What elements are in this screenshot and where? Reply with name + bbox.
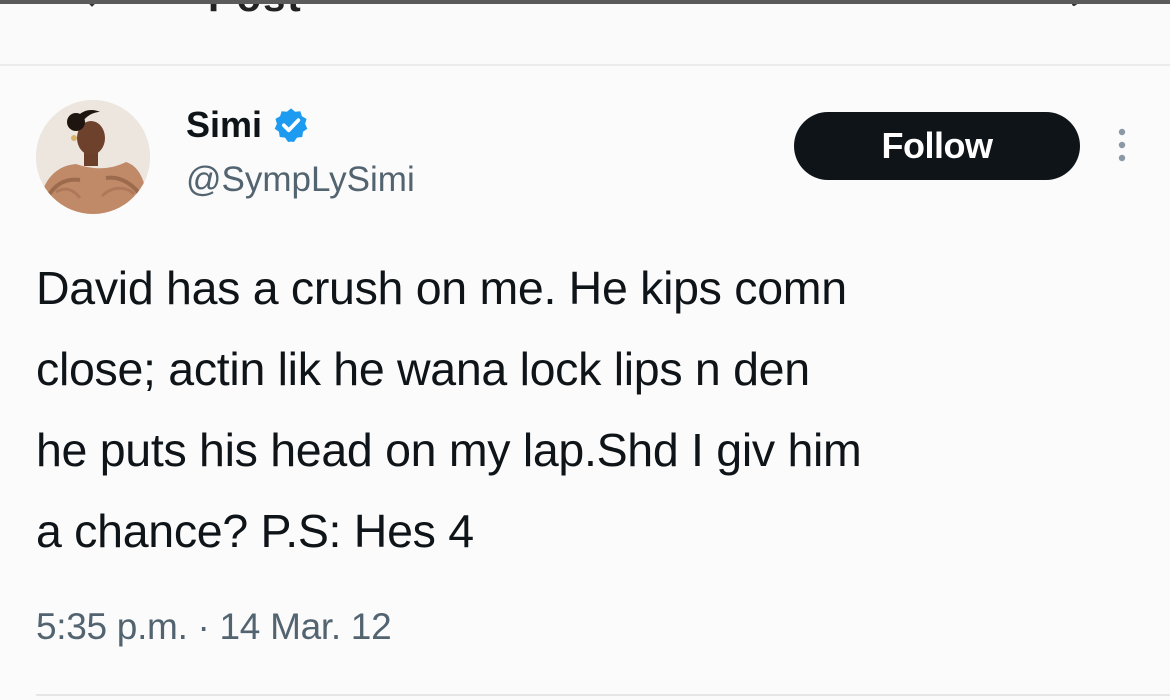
tweet-text-line: David has a crush on me. He kips comn bbox=[36, 262, 847, 314]
follow-button[interactable]: Follow bbox=[794, 112, 1080, 180]
author-name-row: Simi bbox=[186, 100, 310, 150]
header-divider bbox=[0, 64, 1170, 66]
tweet-text-line: close; actin lik he wana lock lips n den bbox=[36, 343, 810, 395]
more-options-icon[interactable] bbox=[1108, 124, 1136, 168]
back-arrow-icon[interactable] bbox=[80, 4, 110, 24]
tweet-text-line: a chance? P.S: Hes 4 bbox=[36, 505, 474, 557]
footer-divider bbox=[36, 694, 1170, 696]
tweet-text: David has a crush on me. He kips comn cl… bbox=[36, 248, 1146, 572]
verified-badge-icon[interactable] bbox=[272, 106, 310, 144]
top-bar: Post bbox=[0, 0, 1170, 64]
reply-icon[interactable] bbox=[1070, 4, 1130, 16]
tweet-text-line: he puts his head on my lap.Shd I giv him bbox=[36, 424, 862, 476]
tweet-timestamp[interactable]: 5:35 p.m. · 14 Mar. 12 bbox=[36, 606, 392, 648]
author-name[interactable]: Simi bbox=[186, 104, 262, 146]
author-handle[interactable]: @SympLySimi bbox=[186, 160, 415, 200]
page-title: Post bbox=[208, 4, 303, 21]
avatar[interactable] bbox=[36, 100, 150, 214]
